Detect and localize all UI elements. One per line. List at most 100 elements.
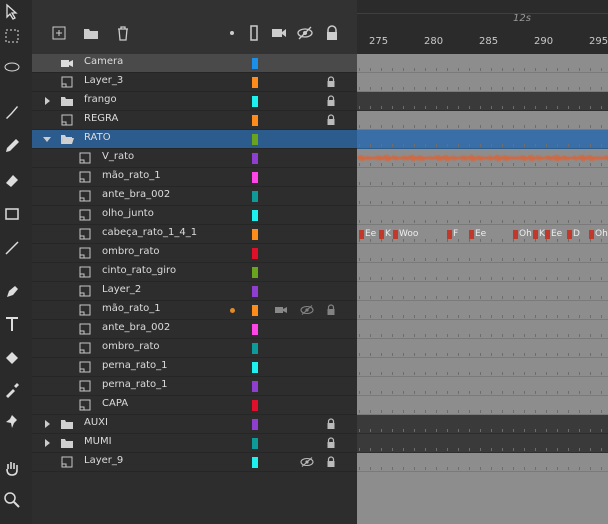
frame-row[interactable]	[357, 54, 608, 73]
zoom-tool-icon[interactable]	[0, 488, 24, 512]
layer-name[interactable]: Layer_9	[84, 455, 123, 466]
layer-color-swatch[interactable]	[252, 267, 258, 278]
layer-row[interactable]: REGRA	[32, 111, 357, 130]
highlight-dot-icon[interactable]	[230, 308, 235, 313]
layer-row[interactable]: cinto_rato_giro	[32, 263, 357, 282]
camera-icon[interactable]	[270, 24, 288, 42]
pencil-tool-icon[interactable]	[0, 134, 24, 158]
eyedropper-tool-icon[interactable]	[0, 378, 24, 402]
layer-name[interactable]: ombro_rato	[102, 341, 160, 352]
layer-color-swatch[interactable]	[252, 229, 258, 240]
lock-icon[interactable]	[326, 456, 336, 468]
eye-slash-icon[interactable]	[300, 457, 314, 467]
frame-row[interactable]	[357, 263, 608, 282]
text-tool-icon[interactable]	[0, 312, 24, 336]
layer-color-swatch[interactable]	[252, 438, 258, 449]
eye-slash-icon[interactable]	[300, 305, 314, 315]
layer-name[interactable]: MUMI	[84, 436, 112, 447]
layer-row[interactable]: V_rato	[32, 149, 357, 168]
frame-row[interactable]	[357, 339, 608, 358]
line-tool-icon[interactable]	[0, 236, 24, 260]
layer-color-swatch[interactable]	[252, 134, 258, 145]
layer-color-swatch[interactable]	[252, 286, 258, 297]
layer-color-swatch[interactable]	[252, 210, 258, 221]
lock-icon[interactable]	[326, 437, 336, 449]
paint-bucket-tool-icon[interactable]	[0, 346, 24, 370]
layer-color-swatch[interactable]	[252, 153, 258, 164]
layer-row[interactable]: ante_bra_002	[32, 187, 357, 206]
lock-icon[interactable]	[323, 24, 341, 42]
layer-row[interactable]: mão_rato_1	[32, 168, 357, 187]
layer-name[interactable]: ante_bra_002	[102, 189, 170, 200]
expand-chevron-right-icon[interactable]	[45, 439, 50, 447]
layer-color-swatch[interactable]	[252, 58, 258, 69]
subselect-tool-icon[interactable]	[0, 24, 24, 48]
layer-row[interactable]: AUXI	[32, 415, 357, 434]
keyframe-marker[interactable]	[533, 230, 538, 239]
layer-name[interactable]: perna_rato_1	[102, 379, 168, 390]
add-folder-icon[interactable]	[82, 24, 100, 42]
layer-name[interactable]: cinto_rato_giro	[102, 265, 176, 276]
frame-row[interactable]	[357, 168, 608, 187]
frame-row[interactable]	[357, 320, 608, 339]
layer-row[interactable]: perna_rato_1	[32, 358, 357, 377]
layer-name[interactable]: mão_rato_1	[102, 303, 161, 314]
lock-icon[interactable]	[326, 95, 336, 107]
eye-slash-icon[interactable]	[296, 24, 314, 42]
keyframe-marker[interactable]	[379, 230, 384, 239]
frame-row[interactable]	[357, 92, 608, 111]
frame-row[interactable]	[357, 396, 608, 415]
lock-icon[interactable]	[326, 114, 336, 126]
layer-color-swatch[interactable]	[252, 343, 258, 354]
keyframe-marker[interactable]	[513, 230, 518, 239]
layer-color-swatch[interactable]	[252, 324, 258, 335]
layer-color-swatch[interactable]	[252, 362, 258, 373]
expand-chevron-right-icon[interactable]	[45, 97, 50, 105]
frame-row[interactable]	[357, 73, 608, 92]
layer-color-swatch[interactable]	[252, 305, 258, 316]
layer-row[interactable]: perna_rato_1	[32, 377, 357, 396]
lasso-tool-icon[interactable]	[0, 56, 24, 80]
layer-color-swatch[interactable]	[252, 248, 258, 259]
layer-name[interactable]: AUXI	[84, 417, 108, 428]
frame-row[interactable]	[357, 206, 608, 225]
pen-tool-icon[interactable]	[0, 280, 24, 304]
layer-row[interactable]: Camera	[32, 54, 357, 73]
pin-tool-icon[interactable]	[0, 410, 24, 434]
rectangle-tool-icon[interactable]	[0, 202, 24, 226]
layer-color-swatch[interactable]	[252, 457, 258, 468]
layer-name[interactable]: olho_junto	[102, 208, 154, 219]
frame-grid[interactable]: Ee K Woo F Ee Oh K Ee D Oh	[357, 54, 608, 524]
trash-icon[interactable]	[114, 24, 132, 42]
timeline-ruler[interactable]: 12s 275 280 285 290 295	[357, 0, 608, 54]
keyframe-marker[interactable]	[359, 230, 364, 239]
layer-name[interactable]: V_rato	[102, 151, 134, 162]
expand-chevron-down-icon[interactable]	[43, 137, 51, 142]
brush-tool-icon[interactable]	[0, 100, 24, 124]
frame-row[interactable]	[357, 187, 608, 206]
frame-row[interactable]	[357, 111, 608, 130]
layer-color-swatch[interactable]	[252, 96, 258, 107]
frame-row[interactable]	[357, 377, 608, 396]
selection-tool-icon[interactable]	[0, 0, 24, 24]
layer-name[interactable]: Layer_3	[84, 75, 123, 86]
lock-icon[interactable]	[326, 304, 336, 316]
layer-row[interactable]: MUMI	[32, 434, 357, 453]
layer-row[interactable]: CAPA	[32, 396, 357, 415]
keyframe-marker[interactable]	[393, 230, 398, 239]
keyframe-marker[interactable]	[567, 230, 572, 239]
frame-row[interactable]	[357, 301, 608, 320]
frame-row[interactable]	[357, 130, 608, 149]
layer-row[interactable]: frango	[32, 92, 357, 111]
layer-row[interactable]: ombro_rato	[32, 339, 357, 358]
keyframe-marker[interactable]	[447, 230, 452, 239]
layer-row[interactable]: Layer_2	[32, 282, 357, 301]
layer-row[interactable]: ombro_rato	[32, 244, 357, 263]
layer-color-swatch[interactable]	[252, 419, 258, 430]
outline-icon[interactable]	[245, 24, 263, 42]
frame-row[interactable]	[357, 282, 608, 301]
frame-row[interactable]	[357, 415, 608, 434]
camera-toggle-icon[interactable]	[274, 304, 288, 316]
layer-name[interactable]: ombro_rato	[102, 246, 160, 257]
layer-row[interactable]: olho_junto	[32, 206, 357, 225]
